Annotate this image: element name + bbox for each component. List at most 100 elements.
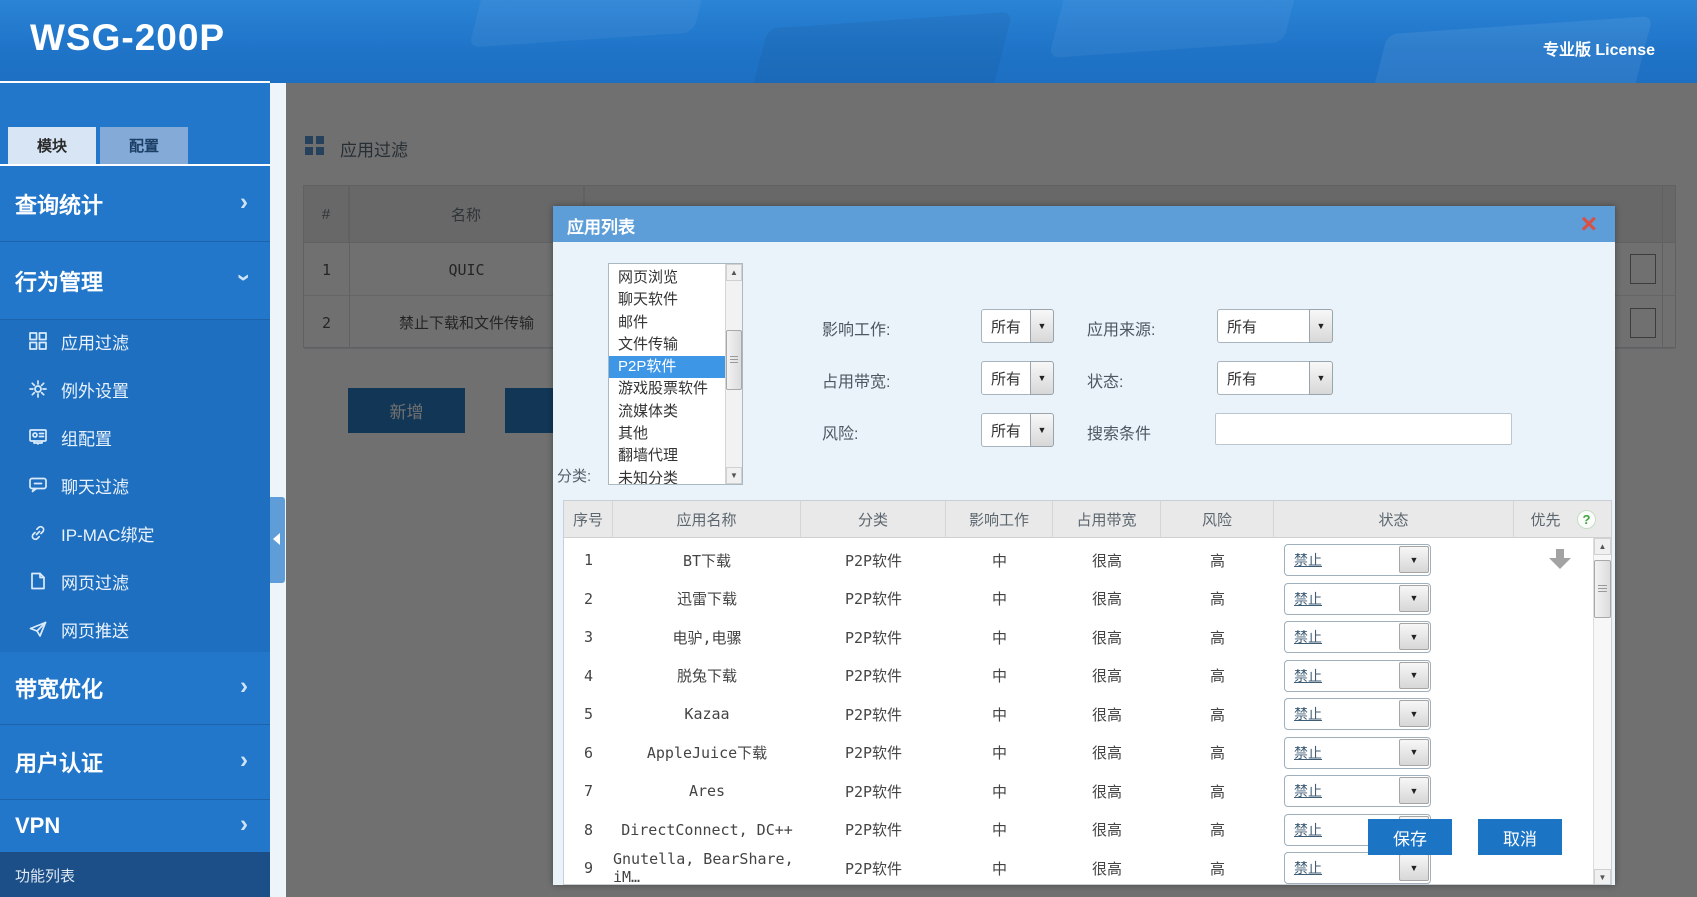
category-listbox[interactable]: 网页浏览聊天软件邮件文件传输P2P软件游戏股票软件流媒体类其他翻墙代理未知分类 … [608, 263, 743, 485]
sidebar-item-应用过滤[interactable]: 应用过滤 [0, 317, 270, 365]
scrollbar-thumb[interactable] [726, 330, 742, 390]
category-option-聊天软件[interactable]: 聊天软件 [609, 289, 742, 311]
chevron-down-icon[interactable]: ▼ [1399, 585, 1429, 612]
send-icon [28, 619, 48, 639]
sidebar-item-网页过滤[interactable]: 网页过滤 [0, 557, 270, 605]
chevron-down-icon: ▼ [1309, 361, 1333, 395]
header-no: 序号 [564, 501, 613, 538]
sidebar-footer-function-list[interactable]: 功能列表 [0, 852, 270, 897]
idcard-icon [28, 427, 48, 447]
bandwidth-filter-label: 占用带宽: [822, 368, 890, 392]
application-list-dialog: 应用列表 × 网页浏览聊天软件邮件文件传输P2P软件游戏股票软件流媒体类其他翻墙… [553, 206, 1615, 885]
link-icon [28, 523, 48, 543]
chevron-down-icon: ▼ [1030, 309, 1054, 343]
scroll-up-icon[interactable]: ▲ [1594, 538, 1611, 555]
grid-icon [28, 331, 48, 351]
table-scrollbar[interactable]: ▲ ▼ [1593, 538, 1611, 885]
chevron-down-icon[interactable]: ▼ [1399, 546, 1429, 573]
tab-modules[interactable]: 模块 [8, 127, 96, 164]
header-priority: 优先 [1514, 501, 1577, 538]
chevron-right-icon: › [240, 188, 248, 216]
category-option-网页浏览[interactable]: 网页浏览 [609, 267, 742, 289]
sidebar-item-网页推送[interactable]: 网页推送 [0, 605, 270, 653]
category-option-文件传输[interactable]: 文件传输 [609, 334, 742, 356]
status-select[interactable]: 禁止▼ [1284, 621, 1431, 653]
sidebar-item-IP-MAC绑定[interactable]: IP-MAC绑定 [0, 509, 270, 557]
header-risk: 风险 [1161, 501, 1274, 538]
chevron-right-icon: › [240, 672, 248, 700]
category-option-邮件[interactable]: 邮件 [609, 312, 742, 334]
status-filter-select[interactable]: 所有▼ [1217, 361, 1333, 395]
sidebar-section-user-auth[interactable]: 用户认证 › [0, 725, 270, 800]
sidebar-submenu: 应用过滤例外设置组配置聊天过滤IP-MAC绑定网页过滤网页推送 [0, 320, 270, 652]
tab-config[interactable]: 配置 [100, 127, 188, 164]
source-filter-label: 应用来源: [1087, 316, 1155, 340]
application-table: 序号 应用名称 分类 影响工作 占用带宽 风险 状态 优先 ? 1BT下载P2P… [563, 500, 1612, 885]
app-window: 应用过滤 # 名称 1QUIC2禁止下载和文件传输 新增 WSG-200P 专业… [0, 0, 1697, 897]
sidebar-section-vpn[interactable]: VPN › [0, 800, 270, 852]
category-option-翻墙代理[interactable]: 翻墙代理 [609, 445, 742, 467]
cancel-button[interactable]: 取消 [1478, 819, 1562, 855]
scroll-up-icon[interactable]: ▲ [726, 264, 742, 281]
chevron-down-icon[interactable]: ▼ [1399, 739, 1429, 766]
header-category: 分类 [801, 501, 946, 538]
table-row: 6AppleJuice下载P2P软件中很高高禁止▼ [564, 734, 1595, 773]
table-row: 2迅雷下载P2P软件中很高高禁止▼ [564, 580, 1595, 619]
sidebar-section-query-stats[interactable]: 查询统计 › [0, 166, 270, 242]
sidebar-section-behavior-mgmt[interactable]: 行为管理 › [0, 242, 270, 320]
chevron-down-icon[interactable]: ▼ [1399, 623, 1429, 650]
status-select[interactable]: 禁止▼ [1284, 660, 1431, 692]
search-input[interactable] [1215, 413, 1512, 445]
impact-filter-label: 影响工作: [822, 316, 890, 340]
gear-icon [28, 379, 48, 399]
risk-filter-select[interactable]: 所有▼ [981, 413, 1054, 447]
category-option-游戏股票软件[interactable]: 游戏股票软件 [609, 378, 742, 400]
chevron-right-icon: › [240, 810, 248, 838]
header-impact: 影响工作 [946, 501, 1053, 538]
status-select[interactable]: 禁止▼ [1284, 698, 1431, 730]
table-row: 4脱兔下载P2P软件中很高高禁止▼ [564, 657, 1595, 696]
category-option-其他[interactable]: 其他 [609, 423, 742, 445]
chevron-down-icon[interactable]: ▼ [1399, 700, 1429, 727]
dialog-title: 应用列表 [567, 213, 635, 238]
risk-filter-label: 风险: [822, 420, 858, 444]
table-row: 1BT下载P2P软件中很高高禁止▼ [564, 541, 1595, 580]
close-icon[interactable]: × [1581, 206, 1597, 242]
bandwidth-filter-select[interactable]: 所有▼ [981, 361, 1054, 395]
status-select[interactable]: 禁止▼ [1284, 544, 1431, 576]
sidebar-section-bandwidth[interactable]: 带宽优化 › [0, 652, 270, 725]
chevron-down-icon[interactable]: ▼ [1399, 777, 1429, 804]
search-label: 搜索条件 [1087, 420, 1151, 444]
source-filter-select[interactable]: 所有▼ [1217, 309, 1333, 343]
status-select[interactable]: 禁止▼ [1284, 852, 1431, 884]
category-option-未知分类[interactable]: 未知分类 [609, 468, 742, 485]
sidebar-item-组配置[interactable]: 组配置 [0, 413, 270, 461]
chevron-down-icon[interactable]: ▼ [1399, 854, 1429, 881]
sidebar-item-例外设置[interactable]: 例外设置 [0, 365, 270, 413]
chevron-down-icon: ▼ [1030, 413, 1054, 447]
help-icon[interactable]: ? [1577, 510, 1596, 529]
scrollbar-thumb[interactable] [1594, 560, 1611, 618]
category-option-P2P软件[interactable]: P2P软件 [609, 356, 742, 378]
table-row: 7AresP2P软件中很高高禁止▼ [564, 772, 1595, 811]
chevron-down-icon[interactable]: ▼ [1399, 662, 1429, 689]
sidebar-item-聊天过滤[interactable]: 聊天过滤 [0, 461, 270, 509]
app-logo: WSG-200P [30, 17, 225, 59]
scroll-down-icon[interactable]: ▼ [1594, 869, 1611, 885]
scroll-down-icon[interactable]: ▼ [726, 467, 742, 484]
status-select[interactable]: 禁止▼ [1284, 775, 1431, 807]
status-filter-label: 状态: [1087, 368, 1123, 392]
page-icon [28, 571, 48, 591]
status-select[interactable]: 禁止▼ [1284, 583, 1431, 615]
top-header: WSG-200P 专业版 License [0, 0, 1697, 83]
sidebar-collapse-handle[interactable] [270, 497, 285, 583]
status-select[interactable]: 禁止▼ [1284, 737, 1431, 769]
chevron-down-icon: ▼ [1309, 309, 1333, 343]
priority-download-icon[interactable] [1549, 549, 1571, 571]
listbox-scrollbar[interactable]: ▲ ▼ [725, 264, 742, 484]
category-label: 分类: [557, 465, 591, 486]
save-button[interactable]: 保存 [1368, 819, 1452, 855]
impact-filter-select[interactable]: 所有▼ [981, 309, 1054, 343]
chevron-right-icon: › [240, 746, 248, 774]
category-option-流媒体类[interactable]: 流媒体类 [609, 401, 742, 423]
